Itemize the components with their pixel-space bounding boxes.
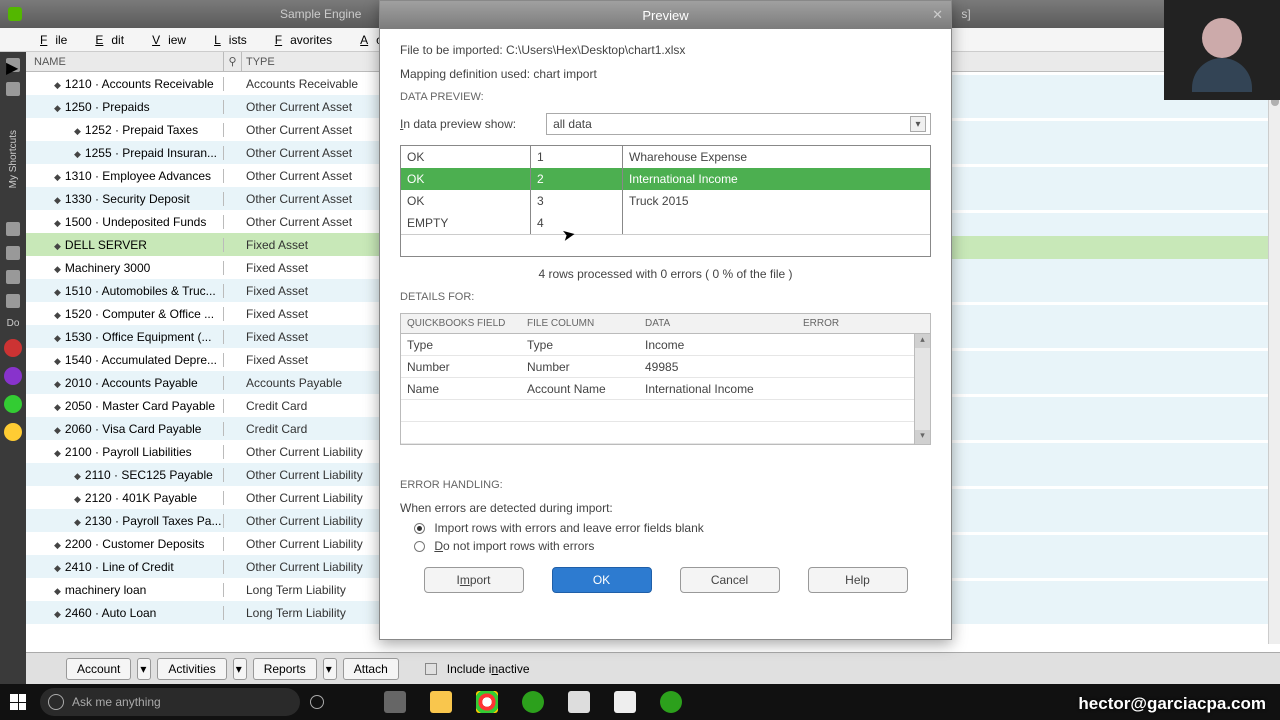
preview-filter-combo[interactable]: all data ▾ xyxy=(546,113,931,135)
cortana-icon xyxy=(48,694,64,710)
mic-icon[interactable] xyxy=(310,695,324,709)
header-name[interactable]: NAME xyxy=(26,52,224,71)
header-attach-icon[interactable]: ⚲ xyxy=(224,52,242,71)
reports-menu-button[interactable]: Reports xyxy=(253,658,317,680)
rail-expand-icon[interactable]: ▶ xyxy=(6,58,20,72)
rail-icon[interactable] xyxy=(6,222,20,236)
list-bottom-bar: Account ▾ Activities ▾ Reports ▾ Attach … xyxy=(26,652,1280,684)
shortcut-rail: ▶ My Shortcuts Do xyxy=(0,52,26,684)
preview-row[interactable]: OK2International Income xyxy=(401,168,930,190)
chevron-down-icon: ▾ xyxy=(910,116,926,132)
start-button[interactable] xyxy=(0,684,36,720)
preview-grid: OK1Wharehouse ExpenseOK2International In… xyxy=(400,145,931,257)
details-scrollbar[interactable]: ▴▾ xyxy=(914,334,930,444)
app-title-left: Sample Engine xyxy=(280,7,361,21)
webcam-overlay xyxy=(1164,0,1280,100)
ok-button[interactable]: OK xyxy=(552,567,652,593)
help-button[interactable]: Help xyxy=(808,567,908,593)
section-error-handling: ERROR HANDLING: xyxy=(400,479,931,491)
preview-show-label: In data preview show: xyxy=(400,117,516,131)
quickbooks-active-icon[interactable] xyxy=(660,691,682,713)
menu-view[interactable]: View xyxy=(136,31,194,49)
details-grid: QUICKBOOKS FIELD FILE COLUMN DATA ERROR … xyxy=(400,313,931,445)
include-inactive-label: Include inactive xyxy=(447,662,530,676)
taskview-icon[interactable] xyxy=(384,691,406,713)
section-details: DETAILS FOR: xyxy=(400,291,931,303)
rail-orb-icon[interactable] xyxy=(4,395,22,413)
qb-logo-icon xyxy=(8,7,22,21)
error-intro-label: When errors are detected during import: xyxy=(400,501,931,515)
app-icon[interactable] xyxy=(568,691,590,713)
rail-orb-icon[interactable] xyxy=(4,423,22,441)
details-head-data: DATA xyxy=(639,314,797,333)
quickbooks-icon[interactable] xyxy=(522,691,544,713)
cortana-search[interactable]: Ask me anything xyxy=(40,688,300,716)
attach-button[interactable]: Attach xyxy=(343,658,399,680)
activities-menu-dropdown[interactable]: ▾ xyxy=(233,658,247,680)
preview-row[interactable]: OK3Truck 2015 xyxy=(401,190,930,212)
rail-orb-icon[interactable] xyxy=(4,367,22,385)
radio-import-with-errors[interactable] xyxy=(414,523,425,534)
rail-label: My Shortcuts xyxy=(8,130,19,188)
reports-menu-dropdown[interactable]: ▾ xyxy=(323,658,337,680)
activities-menu-button[interactable]: Activities xyxy=(157,658,226,680)
search-placeholder: Ask me anything xyxy=(72,695,161,709)
mapping-label: Mapping definition used: chart import xyxy=(400,67,931,81)
file-path-label: File to be imported: C:\Users\Hex\Deskto… xyxy=(400,43,931,57)
include-inactive-checkbox[interactable] xyxy=(425,663,437,675)
rail-icon[interactable] xyxy=(6,294,20,308)
account-menu-button[interactable]: Account xyxy=(66,658,131,680)
dialog-title: Preview ✕ xyxy=(380,1,951,29)
menu-lists[interactable]: Lists xyxy=(198,31,255,49)
details-row[interactable]: NumberNumber49985 xyxy=(401,356,930,378)
chrome-icon[interactable] xyxy=(476,691,498,713)
notepad-icon[interactable] xyxy=(614,691,636,713)
preview-row[interactable]: EMPTY4 xyxy=(401,212,930,234)
vertical-scrollbar[interactable] xyxy=(1268,52,1280,644)
close-icon[interactable]: ✕ xyxy=(932,7,943,23)
rail-icon[interactable] xyxy=(6,270,20,284)
menu-favorites[interactable]: Favorites xyxy=(259,31,340,49)
details-head-filecol: FILE COLUMN xyxy=(521,314,639,333)
preview-dialog: Preview ✕ File to be imported: C:\Users\… xyxy=(379,0,952,640)
details-head-qbfield: QUICKBOOKS FIELD xyxy=(401,314,521,333)
watermark: hector@garciacpa.com xyxy=(1078,694,1266,714)
explorer-icon[interactable] xyxy=(430,691,452,713)
radio-skip-errors[interactable] xyxy=(414,541,425,552)
preview-row[interactable]: OK1Wharehouse Expense xyxy=(401,146,930,168)
radio-label-1: Import rows with errors and leave error … xyxy=(434,521,703,535)
cancel-button[interactable]: Cancel xyxy=(680,567,780,593)
rail-do-label: Do xyxy=(7,318,20,329)
windows-logo-icon xyxy=(10,694,26,710)
details-row[interactable]: NameAccount NameInternational Income xyxy=(401,378,930,400)
radio-label-2: Do not import rows with errors xyxy=(434,539,594,553)
rail-search-icon[interactable] xyxy=(6,82,20,96)
menu-edit[interactable]: Edit xyxy=(79,31,132,49)
menu-file[interactable]: File xyxy=(24,31,75,49)
rows-summary: 4 rows processed with 0 errors ( 0 % of … xyxy=(400,267,931,281)
rail-icon[interactable] xyxy=(6,246,20,260)
rail-orb-icon[interactable] xyxy=(4,339,22,357)
account-menu-dropdown[interactable]: ▾ xyxy=(137,658,151,680)
details-row[interactable]: TypeTypeIncome xyxy=(401,334,930,356)
import-button[interactable]: Import xyxy=(424,567,524,593)
app-title-right: s] xyxy=(961,7,970,21)
section-data-preview: DATA PREVIEW: xyxy=(400,91,931,103)
details-head-error: ERROR xyxy=(797,314,930,333)
